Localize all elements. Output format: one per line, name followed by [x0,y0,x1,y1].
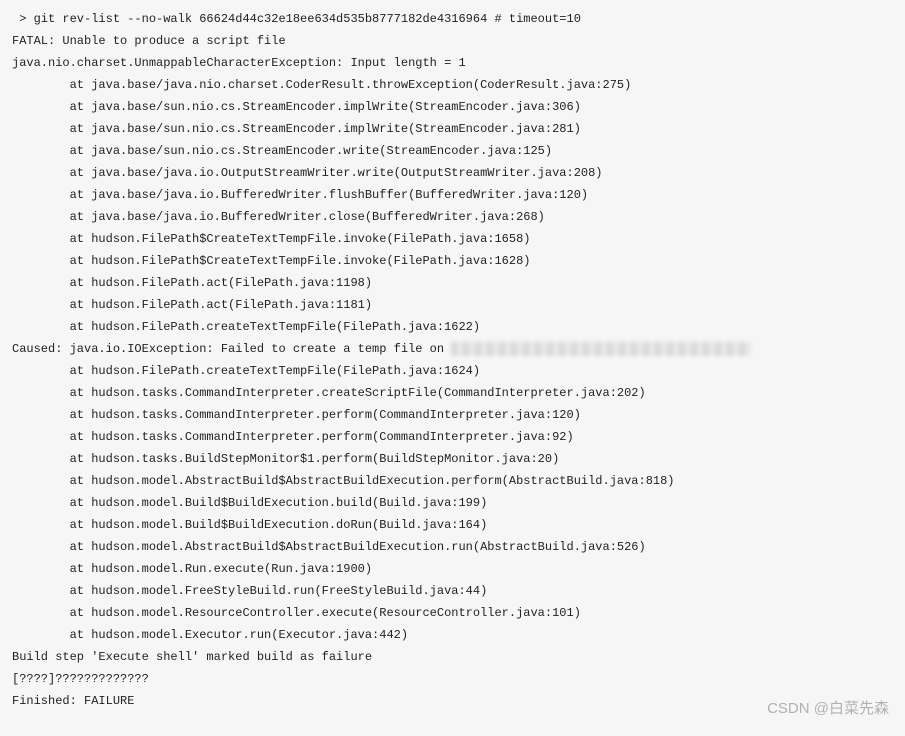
log-line: Finished: FAILURE [12,690,893,712]
log-line: at hudson.model.AbstractBuild$AbstractBu… [12,536,893,558]
log-line: at java.base/java.nio.charset.CoderResul… [12,74,893,96]
log-line: at hudson.model.Build$BuildExecution.doR… [12,514,893,536]
log-line: java.nio.charset.UnmappableCharacterExce… [12,52,893,74]
redacted-text [451,342,751,356]
log-line: at hudson.FilePath.act(FilePath.java:119… [12,272,893,294]
log-line: at hudson.FilePath.createTextTempFile(Fi… [12,360,893,382]
log-line: at hudson.tasks.CommandInterpreter.perfo… [12,426,893,448]
log-line: at hudson.model.Executor.run(Executor.ja… [12,624,893,646]
log-line: at hudson.model.ResourceController.execu… [12,602,893,624]
log-line: at hudson.FilePath.act(FilePath.java:118… [12,294,893,316]
log-line: Build step 'Execute shell' marked build … [12,646,893,668]
log-line: at hudson.tasks.CommandInterpreter.perfo… [12,404,893,426]
log-line: at hudson.model.Run.execute(Run.java:190… [12,558,893,580]
log-line: at java.base/sun.nio.cs.StreamEncoder.im… [12,118,893,140]
log-line: at hudson.model.AbstractBuild$AbstractBu… [12,470,893,492]
log-line: at hudson.FilePath.createTextTempFile(Fi… [12,316,893,338]
console-output: > git rev-list --no-walk 66624d44c32e18e… [12,8,893,712]
log-line: FATAL: Unable to produce a script file [12,30,893,52]
log-line: at java.base/java.io.OutputStreamWriter.… [12,162,893,184]
log-line: at java.base/sun.nio.cs.StreamEncoder.im… [12,96,893,118]
log-line: at hudson.FilePath$CreateTextTempFile.in… [12,250,893,272]
log-line: at java.base/java.io.BufferedWriter.clos… [12,206,893,228]
log-line: [????]????????????? [12,668,893,690]
log-line: at hudson.tasks.BuildStepMonitor$1.perfo… [12,448,893,470]
log-line: Caused: java.io.IOException: Failed to c… [12,338,893,360]
log-line: at java.base/java.io.BufferedWriter.flus… [12,184,893,206]
log-line: at hudson.FilePath$CreateTextTempFile.in… [12,228,893,250]
log-line: at hudson.tasks.CommandInterpreter.creat… [12,382,893,404]
log-line: at java.base/sun.nio.cs.StreamEncoder.wr… [12,140,893,162]
log-line: > git rev-list --no-walk 66624d44c32e18e… [12,8,893,30]
log-line: at hudson.model.Build$BuildExecution.bui… [12,492,893,514]
log-line: at hudson.model.FreeStyleBuild.run(FreeS… [12,580,893,602]
